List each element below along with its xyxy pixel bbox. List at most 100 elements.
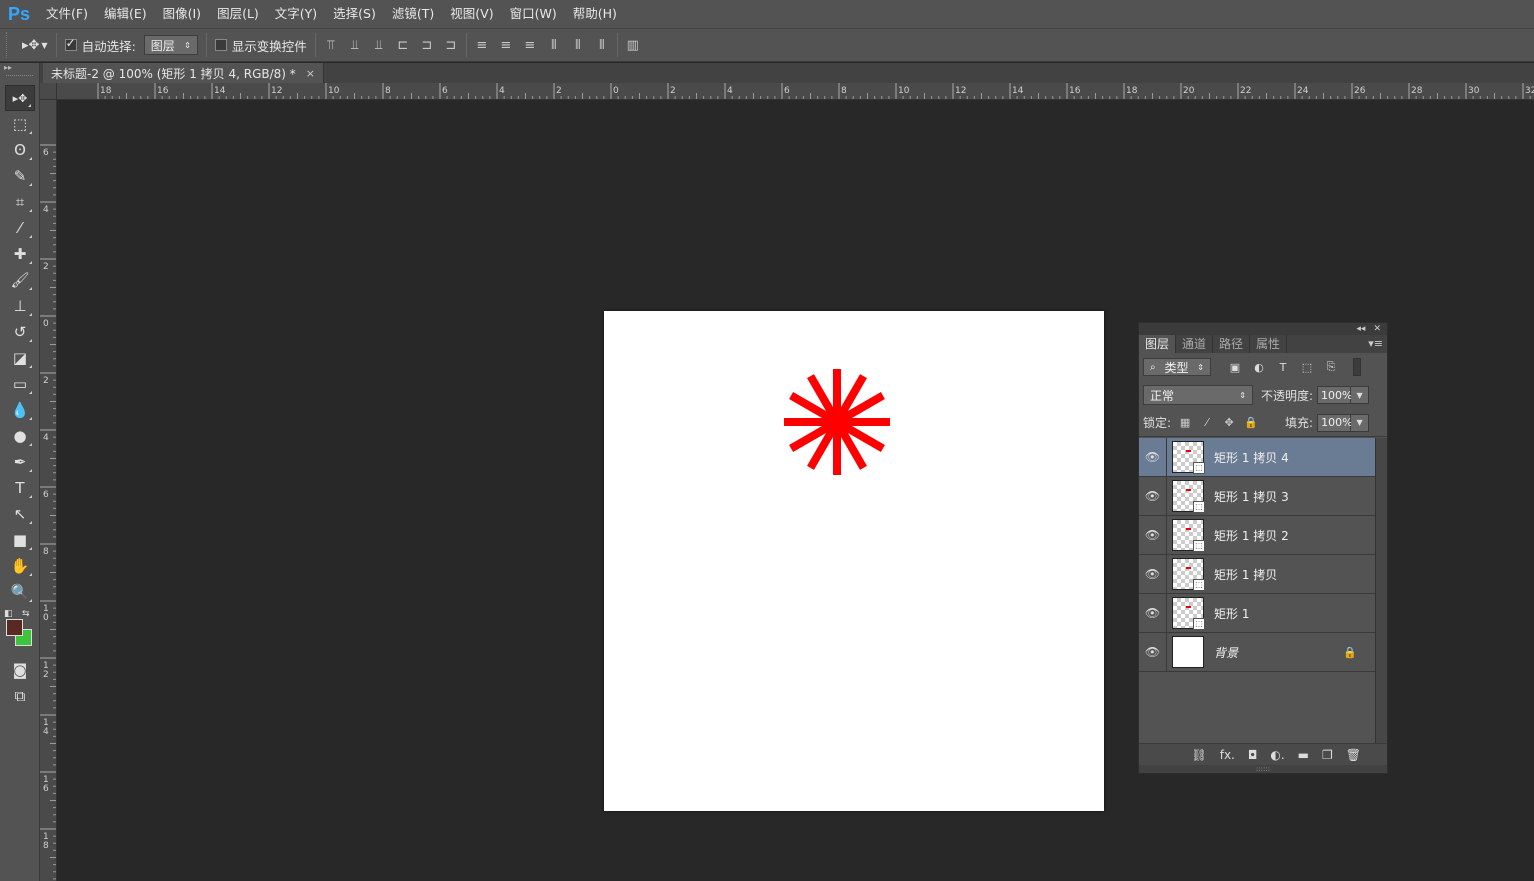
- menu-edit[interactable]: 编辑(E): [96, 0, 155, 28]
- layer-name[interactable]: 矩形 1 拷贝 3: [1214, 488, 1289, 505]
- layer-filter-dropdown[interactable]: ⌕ 类型 ⇕: [1143, 358, 1211, 376]
- hand-tool-button[interactable]: ✋: [5, 553, 35, 579]
- eraser-tool-button[interactable]: ◪: [5, 345, 35, 371]
- tool-preset-picker[interactable]: ▸✥ ▼: [22, 38, 48, 53]
- lasso-tool-button[interactable]: ʘ: [5, 137, 35, 163]
- auto-select-checkbox[interactable]: [64, 36, 77, 51]
- clone-stamp-tool-button[interactable]: ⊥: [5, 293, 35, 319]
- rectangle-tool-button[interactable]: ■: [5, 527, 35, 553]
- visibility-eye-icon[interactable]: 👁: [1139, 593, 1167, 633]
- new-adjustment-icon[interactable]: ◐.: [1270, 748, 1284, 762]
- distribute-vcenter-icon[interactable]: ≡: [499, 38, 513, 53]
- add-mask-icon[interactable]: ◘: [1248, 748, 1258, 762]
- layer-row[interactable]: 👁 ⬚ 矩形 1 拷贝 3: [1139, 476, 1375, 516]
- filter-toggle[interactable]: [1353, 358, 1361, 376]
- path-selection-tool-button[interactable]: ↖: [5, 501, 35, 527]
- align-right-icon[interactable]: ⊐: [444, 38, 458, 53]
- horizontal-ruler[interactable]: 18 16 14 12 10 8 6 4 2 0 2 4 6 8 10 12 14 16 18 20 22 24 26 28 3…: [57, 83, 1534, 100]
- distribute-left-icon[interactable]: ⫴: [547, 38, 561, 53]
- expand-panel-icon[interactable]: ▸▸: [0, 63, 39, 73]
- history-brush-tool-button[interactable]: ↺: [5, 319, 35, 345]
- menu-select[interactable]: 选择(S): [325, 0, 384, 28]
- distribute-bottom-icon[interactable]: ≡: [523, 38, 537, 53]
- tab-layers[interactable]: 图层: [1139, 335, 1177, 353]
- zoom-tool-button[interactable]: 🔍: [5, 579, 35, 605]
- collapse-panel-icon[interactable]: ◂◂: [1356, 324, 1365, 334]
- lock-pixels-icon[interactable]: ⁄: [1199, 416, 1215, 429]
- blur-tool-button[interactable]: 💧: [5, 397, 35, 423]
- layer-name[interactable]: 矩形 1 拷贝: [1214, 566, 1277, 583]
- pen-tool-button[interactable]: ✒: [5, 449, 35, 475]
- layer-thumbnail[interactable]: ⬚: [1172, 519, 1205, 552]
- type-tool-button[interactable]: T: [5, 475, 35, 501]
- panel-resize-grip[interactable]: ::::::: [1139, 765, 1387, 773]
- dodge-tool-button[interactable]: ●: [5, 423, 35, 449]
- close-icon[interactable]: ✕: [1373, 324, 1381, 334]
- menu-type[interactable]: 文字(Y): [267, 0, 325, 28]
- filter-adjustment-icon[interactable]: ◐: [1251, 361, 1267, 374]
- layer-list-scrollbar[interactable]: [1375, 438, 1387, 750]
- options-grip[interactable]: [6, 32, 14, 58]
- distribute-hcenter-icon[interactable]: ⫴: [571, 38, 585, 53]
- align-bottom-icon[interactable]: ⫫: [372, 38, 386, 53]
- layer-thumbnail[interactable]: ⬚: [1172, 441, 1205, 474]
- menu-help[interactable]: 帮助(H): [565, 0, 625, 28]
- delete-layer-icon[interactable]: 🗑: [1346, 748, 1361, 762]
- visibility-eye-icon[interactable]: 👁: [1139, 632, 1167, 672]
- visibility-eye-icon[interactable]: 👁: [1139, 476, 1167, 516]
- distribute-right-icon[interactable]: ⫴: [595, 38, 609, 53]
- close-icon[interactable]: ×: [306, 67, 315, 80]
- show-transform-option[interactable]: 显示变换控件: [214, 36, 307, 55]
- new-layer-icon[interactable]: ❐: [1322, 748, 1333, 762]
- filter-pixel-icon[interactable]: ▣: [1227, 361, 1243, 374]
- filter-type-icon[interactable]: T: [1275, 361, 1291, 374]
- swap-colors-icon[interactable]: ⇆: [22, 609, 30, 619]
- marquee-tool-button[interactable]: ⬚: [5, 111, 35, 137]
- panel-menu-icon[interactable]: ▾≡: [1368, 337, 1383, 350]
- auto-select-option[interactable]: 自动选择:: [64, 36, 136, 55]
- screen-mode-icon[interactable]: ⧉: [5, 683, 35, 709]
- layer-thumbnail[interactable]: ⬚: [1172, 480, 1205, 513]
- layer-name[interactable]: 矩形 1: [1214, 605, 1249, 622]
- tab-paths[interactable]: 路径: [1213, 335, 1251, 353]
- distribute-top-icon[interactable]: ≡: [475, 38, 489, 53]
- document-tab[interactable]: 未标题-2 @ 100% (矩形 1 拷贝 4, RGB/8) * ×: [43, 63, 325, 83]
- layer-row[interactable]: 👁 背景 🔒: [1139, 632, 1375, 672]
- layer-row[interactable]: 👁 ⬚ 矩形 1 拷贝 2: [1139, 515, 1375, 555]
- new-group-icon[interactable]: ▬: [1298, 748, 1309, 762]
- red-starburst-shape[interactable]: [782, 367, 892, 477]
- lock-position-icon[interactable]: ✥: [1221, 416, 1237, 429]
- fill-input[interactable]: 100%: [1317, 413, 1353, 432]
- menu-file[interactable]: 文件(F): [38, 0, 96, 28]
- lock-transparent-icon[interactable]: ▦: [1177, 416, 1193, 429]
- opacity-input[interactable]: 100%: [1317, 386, 1353, 404]
- document-canvas[interactable]: [604, 311, 1104, 811]
- layer-row[interactable]: 👁 ⬚ 矩形 1 拷贝 4: [1139, 437, 1375, 477]
- quick-mask-icon[interactable]: ◙: [5, 657, 35, 683]
- tab-properties[interactable]: 属性: [1250, 335, 1288, 353]
- panel-grip[interactable]: [6, 75, 33, 83]
- layer-style-icon[interactable]: fx.: [1220, 748, 1235, 762]
- layer-name[interactable]: 矩形 1 拷贝 2: [1214, 527, 1289, 544]
- opacity-slider-toggle[interactable]: ▼: [1351, 386, 1370, 404]
- align-hcenter-icon[interactable]: ⊐: [420, 38, 434, 53]
- layer-thumbnail[interactable]: ⬚: [1172, 558, 1205, 591]
- menu-image[interactable]: 图像(I): [155, 0, 209, 28]
- menu-filter[interactable]: 滤镜(T): [384, 0, 442, 28]
- layer-name[interactable]: 矩形 1 拷贝 4: [1214, 449, 1289, 466]
- filter-smart-object-icon[interactable]: ⎘: [1323, 360, 1339, 374]
- foreground-color-swatch[interactable]: [6, 619, 23, 636]
- visibility-eye-icon[interactable]: 👁: [1139, 515, 1167, 555]
- default-colors-icon[interactable]: ◧: [4, 609, 13, 619]
- layer-thumbnail[interactable]: ⬚: [1172, 597, 1205, 630]
- auto-select-target-dropdown[interactable]: 图层 ⇕: [143, 35, 198, 55]
- move-tool-button[interactable]: ▸✥: [5, 85, 35, 111]
- tab-channels[interactable]: 通道: [1176, 335, 1214, 353]
- layer-row[interactable]: 👁 ⬚ 矩形 1: [1139, 593, 1375, 633]
- menu-view[interactable]: 视图(V): [442, 0, 501, 28]
- gradient-tool-button[interactable]: ▭: [5, 371, 35, 397]
- blend-mode-dropdown[interactable]: 正常 ⇕: [1143, 385, 1253, 405]
- crop-tool-button[interactable]: ⌗: [5, 189, 35, 215]
- align-top-icon[interactable]: ⫪: [324, 38, 338, 53]
- layer-name[interactable]: 背景: [1214, 644, 1238, 661]
